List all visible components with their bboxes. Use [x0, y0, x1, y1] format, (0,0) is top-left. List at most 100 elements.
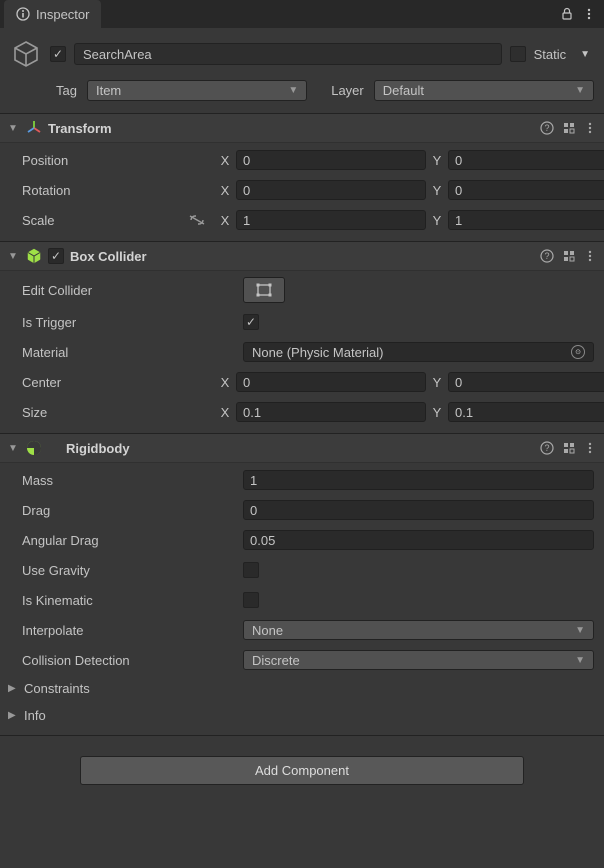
rigidbody-body: Mass Drag Angular Drag Use Gravity Is Ki… [0, 463, 604, 735]
kebab-icon[interactable] [584, 441, 596, 455]
add-component-button[interactable]: Add Component [80, 756, 524, 785]
boxcollider-body: Edit Collider Is Trigger Material None (… [0, 271, 604, 433]
layer-value: Default [383, 83, 424, 98]
is-trigger-label: Is Trigger [22, 315, 237, 330]
size-x-input[interactable] [236, 402, 426, 422]
scale-label: Scale [22, 213, 55, 228]
foldout-icon[interactable]: ▼ [8, 251, 20, 262]
rotation-y-input[interactable] [448, 180, 604, 200]
rigidbody-title: Rigidbody [66, 441, 534, 456]
constraints-foldout[interactable]: ▶ Constraints [8, 679, 594, 698]
kebab-icon[interactable] [578, 3, 600, 25]
preset-icon[interactable] [562, 441, 576, 455]
tag-layer-row: Tag Item ▼ Layer Default ▼ [0, 76, 604, 113]
center-x-input[interactable] [236, 372, 426, 392]
kebab-icon[interactable] [584, 121, 596, 135]
is-kinematic-label: Is Kinematic [22, 593, 237, 608]
rotation-x-input[interactable] [236, 180, 426, 200]
position-x-input[interactable] [236, 150, 426, 170]
interpolate-label: Interpolate [22, 623, 237, 638]
edit-collider-button[interactable] [243, 277, 285, 303]
rigidbody-header[interactable]: ▼ Rigidbody ? [0, 433, 604, 463]
drag-label: Drag [22, 503, 237, 518]
center-label: Center [22, 375, 212, 390]
layer-label: Layer [331, 83, 364, 98]
chevron-down-icon: ▼ [575, 625, 585, 636]
gameobject-icon [10, 38, 42, 70]
y-label: Y [430, 153, 444, 168]
help-icon[interactable]: ? [540, 121, 554, 135]
chevron-down-icon: ▼ [288, 85, 298, 96]
transform-header[interactable]: ▼ Transform ? [0, 113, 604, 143]
info-label: Info [24, 708, 46, 723]
use-gravity-label: Use Gravity [22, 563, 237, 578]
tab-bar: Inspector [0, 0, 604, 28]
x-label: X [218, 153, 232, 168]
help-icon[interactable]: ? [540, 441, 554, 455]
interpolate-dropdown[interactable]: None ▼ [243, 620, 594, 640]
rigidbody-icon [26, 440, 42, 456]
foldout-icon[interactable]: ▼ [8, 443, 20, 454]
inspector-tab[interactable]: Inspector [4, 0, 101, 28]
is-kinematic-checkbox[interactable] [243, 592, 259, 608]
tag-dropdown[interactable]: Item ▼ [87, 80, 307, 101]
collision-detection-dropdown[interactable]: Discrete ▼ [243, 650, 594, 670]
is-trigger-checkbox[interactable] [243, 314, 259, 330]
tag-label: Tag [56, 83, 77, 98]
svg-text:?: ? [544, 443, 549, 453]
object-name-input[interactable] [74, 43, 502, 65]
scale-y-input[interactable] [448, 210, 604, 230]
preset-icon[interactable] [562, 121, 576, 135]
link-scale-icon[interactable] [188, 214, 206, 226]
mass-input[interactable] [243, 470, 594, 490]
static-dropdown-icon[interactable]: ▼ [576, 49, 594, 60]
boxcollider-icon [26, 248, 42, 264]
scale-x-input[interactable] [236, 210, 426, 230]
collision-detection-value: Discrete [252, 653, 300, 668]
object-picker-icon[interactable]: ⊙ [571, 345, 585, 359]
material-label: Material [22, 345, 237, 360]
interpolate-value: None [252, 623, 283, 638]
boxcollider-header[interactable]: ▼ Box Collider ? [0, 241, 604, 271]
angular-drag-input[interactable] [243, 530, 594, 550]
use-gravity-checkbox[interactable] [243, 562, 259, 578]
help-icon[interactable]: ? [540, 249, 554, 263]
angular-drag-label: Angular Drag [22, 533, 237, 548]
chevron-down-icon: ▼ [575, 85, 585, 96]
lock-icon[interactable] [556, 3, 578, 25]
drag-input[interactable] [243, 500, 594, 520]
info-icon [16, 7, 30, 21]
kebab-icon[interactable] [584, 249, 596, 263]
constraints-label: Constraints [24, 681, 90, 696]
size-y-input[interactable] [448, 402, 604, 422]
svg-text:?: ? [544, 123, 549, 133]
add-component-label: Add Component [255, 763, 349, 778]
object-header: Static ▼ [0, 28, 604, 76]
preset-icon[interactable] [562, 249, 576, 263]
boxcollider-enabled-checkbox[interactable] [48, 248, 64, 264]
transform-body: Position X Y Z Rotation X Y Z Scale X Y … [0, 143, 604, 241]
static-checkbox[interactable] [510, 46, 526, 62]
transform-icon [26, 120, 42, 136]
tag-value: Item [96, 83, 121, 98]
foldout-icon[interactable]: ▼ [8, 123, 20, 134]
layer-dropdown[interactable]: Default ▼ [374, 80, 594, 101]
position-y-input[interactable] [448, 150, 604, 170]
size-label: Size [22, 405, 212, 420]
position-label: Position [22, 153, 212, 168]
material-field[interactable]: None (Physic Material) ⊙ [243, 342, 594, 362]
active-checkbox[interactable] [50, 46, 66, 62]
tab-title: Inspector [36, 7, 89, 22]
foldout-right-icon: ▶ [8, 683, 18, 694]
collision-detection-label: Collision Detection [22, 653, 237, 668]
rotation-label: Rotation [22, 183, 212, 198]
boxcollider-title: Box Collider [70, 249, 534, 264]
material-value: None (Physic Material) [252, 345, 384, 360]
static-label: Static [534, 47, 569, 62]
edit-collider-label: Edit Collider [22, 283, 237, 298]
foldout-right-icon: ▶ [8, 710, 18, 721]
center-y-input[interactable] [448, 372, 604, 392]
svg-text:?: ? [544, 251, 549, 261]
info-foldout[interactable]: ▶ Info [8, 706, 594, 725]
transform-title: Transform [48, 121, 534, 136]
